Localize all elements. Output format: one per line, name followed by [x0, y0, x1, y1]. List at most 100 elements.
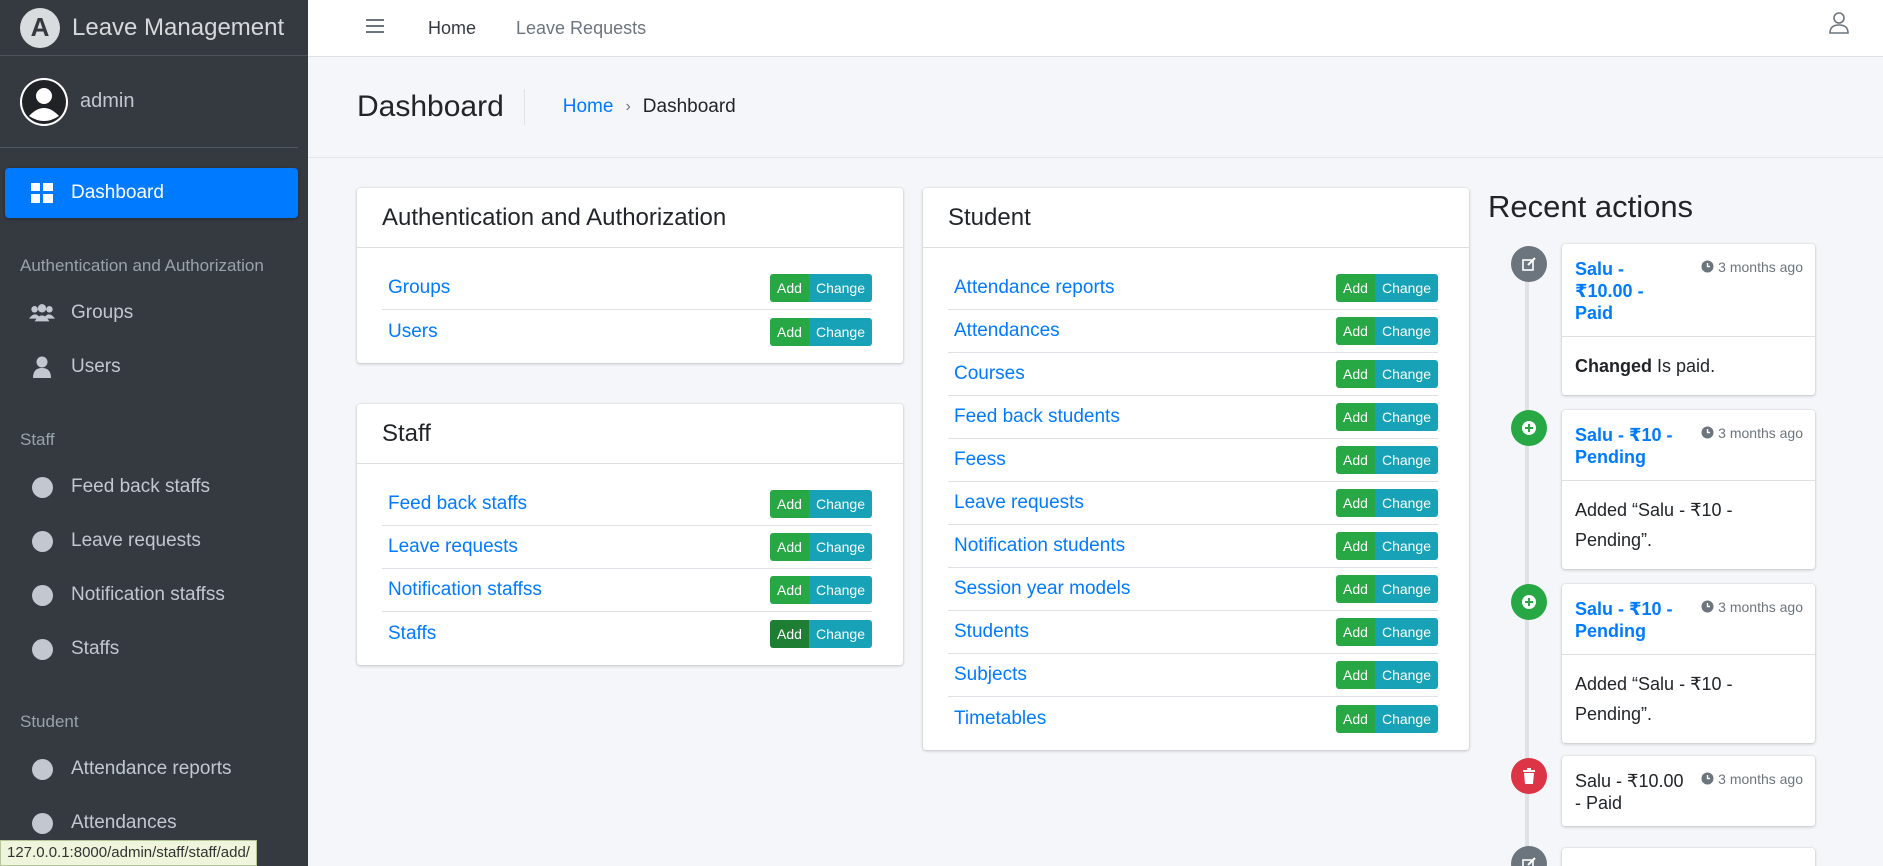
model-row: Notification staffss Add Change — [382, 569, 872, 612]
breadcrumb-current: Dashboard — [642, 96, 736, 117]
model-list: Groups Add Change Users Add Change — [357, 248, 903, 363]
recent-action-time: 3 months ago — [1718, 259, 1803, 275]
model-link-users[interactable]: Users — [388, 321, 438, 343]
model-link-timetables[interactable]: Timetables — [954, 708, 1046, 730]
sidebar-item-leave-requests[interactable]: Leave requests — [5, 516, 298, 566]
sidebar-item-attendance-reports[interactable]: Attendance reports — [5, 744, 298, 794]
topnav-home-link[interactable]: Home — [428, 18, 476, 39]
add-button[interactable]: Add — [1336, 618, 1375, 646]
recent-action-time: 3 months ago — [1718, 425, 1803, 441]
change-button[interactable]: Change — [808, 317, 872, 346]
clock-icon — [1701, 772, 1714, 788]
change-button[interactable]: Change — [1374, 274, 1438, 302]
sidebar-item-users[interactable]: Users — [5, 342, 298, 392]
recent-action-item — [1562, 848, 1815, 866]
add-button[interactable]: Add — [1336, 446, 1375, 474]
add-button[interactable]: Add — [1336, 360, 1375, 388]
brand-link[interactable]: A Leave Management — [0, 0, 308, 56]
circle-icon — [31, 812, 53, 834]
model-row: Attendances Add Change — [948, 310, 1438, 353]
sidebar-item-staffs[interactable]: Staffs — [5, 624, 298, 674]
model-link-feess[interactable]: Feess — [954, 449, 1006, 471]
model-row: Groups Add Change — [382, 267, 872, 310]
model-link-feed-back-students[interactable]: Feed back students — [954, 406, 1120, 428]
recent-action-object-link[interactable]: Salu - ₹10 - Pending — [1575, 598, 1685, 642]
change-button[interactable]: Change — [1374, 446, 1438, 474]
recent-action-detail: Is paid. — [1657, 356, 1716, 376]
app-card-staff: Staff Feed back staffs Add Change Leave r… — [357, 404, 903, 665]
sidebar-item-label: Attendances — [71, 812, 177, 833]
recent-action-item: Salu - ₹10 - Pending 3 months ago Added … — [1562, 584, 1815, 743]
model-row: Leave requests Add Change — [948, 482, 1438, 525]
change-button[interactable]: Change — [808, 490, 872, 518]
breadcrumb-home-link[interactable]: Home — [563, 96, 614, 118]
change-button[interactable]: Change — [1374, 704, 1438, 733]
change-button[interactable]: Change — [1374, 575, 1438, 603]
change-button[interactable]: Change — [1374, 618, 1438, 646]
add-button[interactable]: Add — [1336, 317, 1375, 345]
model-link-groups[interactable]: Groups — [388, 277, 450, 299]
sidebar-item-label: Dashboard — [71, 182, 164, 203]
breadcrumb: Home › Dashboard — [563, 96, 736, 118]
model-link-feed-back-staffs[interactable]: Feed back staffs — [388, 493, 527, 515]
add-button[interactable]: Add — [1336, 661, 1375, 689]
model-link-staffs[interactable]: Staffs — [388, 623, 436, 645]
card-title: Staff — [357, 404, 903, 464]
model-row: Staffs Add Change — [382, 612, 872, 655]
add-button[interactable]: Add — [770, 533, 809, 561]
recent-action-object-link[interactable]: Salu - ₹10 - Pending — [1575, 424, 1685, 468]
user-panel[interactable]: admin — [0, 56, 298, 148]
user-icon — [29, 354, 55, 380]
circle-icon — [31, 638, 53, 660]
model-link-attendance-reports[interactable]: Attendance reports — [954, 277, 1115, 299]
change-button[interactable]: Change — [808, 533, 872, 561]
change-button[interactable]: Change — [1374, 317, 1438, 345]
add-button[interactable]: Add — [770, 619, 809, 648]
model-link-leave-requests[interactable]: Leave requests — [388, 536, 518, 558]
add-button[interactable]: Add — [1336, 575, 1375, 603]
change-button[interactable]: Change — [808, 274, 872, 302]
sidebar-item-label: Groups — [71, 302, 134, 323]
topnav-leave-requests-link[interactable]: Leave Requests — [516, 18, 646, 39]
add-button[interactable]: Add — [1336, 274, 1375, 302]
add-button[interactable]: Add — [1336, 704, 1375, 733]
user-menu-icon[interactable] — [1829, 12, 1849, 39]
recent-action-object-link[interactable]: Salu - ₹10.00 - Paid — [1575, 258, 1685, 324]
recent-action-detail: Added “Salu - ₹10 - Pending”. — [1575, 674, 1733, 724]
sidebar-item-dashboard[interactable]: Dashboard — [5, 168, 298, 218]
sidebar-item-groups[interactable]: Groups — [5, 288, 298, 338]
sidebar-item-label: Feed back staffs — [71, 476, 211, 497]
add-button[interactable]: Add — [770, 317, 809, 346]
model-link-courses[interactable]: Courses — [954, 363, 1025, 385]
model-row: Subjects Add Change — [948, 654, 1438, 697]
hamburger-menu-icon[interactable] — [366, 18, 386, 39]
model-link-attendances[interactable]: Attendances — [954, 320, 1060, 342]
change-button[interactable]: Change — [1374, 403, 1438, 431]
model-list: Feed back staffs Add Change Leave request… — [357, 464, 903, 665]
sidebar-item-label: Staffs — [71, 638, 120, 659]
change-button[interactable]: Change — [1374, 532, 1438, 560]
recent-action-item: Salu - ₹10.00 - Paid 3 months ago Change… — [1562, 244, 1815, 395]
model-link-notification-staffss[interactable]: Notification staffss — [388, 579, 542, 601]
sidebar-header-staff: Staff — [20, 430, 55, 449]
sidebar-item-feed-back-staffs[interactable]: Feed back staffs — [5, 462, 298, 512]
change-button[interactable]: Change — [1374, 661, 1438, 689]
sidebar-item-label: Attendance reports — [71, 758, 232, 779]
add-button[interactable]: Add — [1336, 489, 1375, 517]
sidebar-item-notification-staffss[interactable]: Notification staffss — [5, 570, 298, 620]
change-button[interactable]: Change — [1374, 360, 1438, 388]
add-button[interactable]: Add — [1336, 532, 1375, 560]
add-button[interactable]: Add — [770, 274, 809, 302]
model-link-notification-students[interactable]: Notification students — [954, 535, 1125, 557]
add-button[interactable]: Add — [770, 490, 809, 518]
change-button[interactable]: Change — [1374, 489, 1438, 517]
model-link-students[interactable]: Students — [954, 621, 1029, 643]
add-button[interactable]: Add — [1336, 403, 1375, 431]
model-link-leave-requests[interactable]: Leave requests — [954, 492, 1084, 514]
app-card-auth: Authentication and Authorization Groups … — [357, 188, 903, 363]
model-link-session-year-models[interactable]: Session year models — [954, 578, 1130, 600]
change-button[interactable]: Change — [808, 576, 872, 604]
model-link-subjects[interactable]: Subjects — [954, 664, 1027, 686]
change-button[interactable]: Change — [808, 619, 872, 648]
add-button[interactable]: Add — [770, 576, 809, 604]
